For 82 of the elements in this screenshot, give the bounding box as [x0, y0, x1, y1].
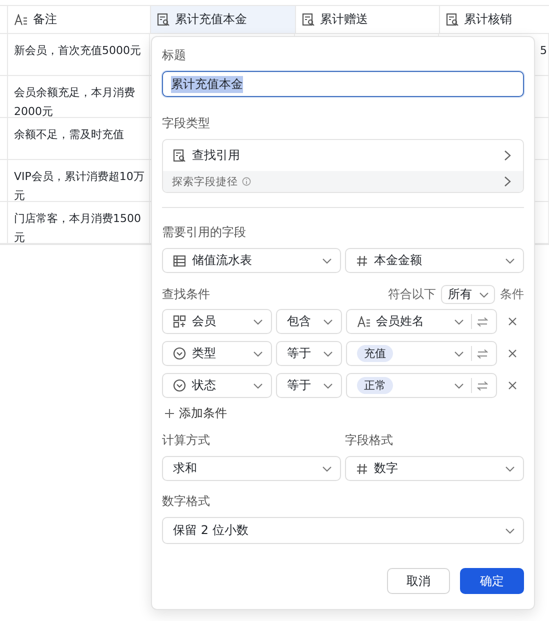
- table-cell: 新会员，首次充值5000元: [14, 44, 141, 57]
- table-cell: 5: [540, 44, 547, 57]
- field-label: 查找条件: [162, 286, 210, 303]
- remove-button[interactable]: [508, 381, 517, 390]
- close-icon: [508, 349, 517, 358]
- chevron-down-icon: [253, 382, 263, 388]
- option-circle-icon: [173, 347, 186, 360]
- condition-field-dropdown[interactable]: 类型: [162, 341, 272, 366]
- chevron-down-icon: [505, 466, 515, 472]
- info-icon: [242, 177, 251, 186]
- cancel-button[interactable]: 取消: [387, 568, 450, 594]
- option-circle-icon: [173, 379, 186, 392]
- chevron-down-icon: [322, 258, 332, 264]
- condition-field-dropdown[interactable]: 会员: [162, 309, 272, 334]
- text-type-icon: [357, 316, 371, 328]
- field-label: 字段格式: [345, 432, 394, 449]
- option-tag: 正常: [357, 377, 393, 394]
- column-header[interactable]: 累计核销: [439, 6, 549, 33]
- chevron-down-icon: [253, 318, 263, 324]
- confirm-button[interactable]: 确定: [460, 568, 524, 594]
- swap-icon: [477, 316, 488, 326]
- chevron-down-icon: [454, 350, 464, 356]
- chevron-down-icon: [323, 350, 333, 356]
- chevron-down-icon: [454, 318, 464, 324]
- swap-icon: [477, 348, 488, 358]
- plus-icon: [165, 409, 174, 418]
- lookup-icon: [302, 13, 315, 26]
- close-icon: [508, 317, 517, 326]
- table-dropdown[interactable]: 储值流水表: [162, 248, 341, 273]
- table-cell: 门店常客，本月消费1500元: [14, 212, 141, 243]
- chevron-down-icon: [322, 466, 332, 472]
- field-type-selector[interactable]: 查找引用: [163, 140, 523, 171]
- match-mode-dropdown[interactable]: 所有: [441, 285, 495, 304]
- explore-shortcut-row[interactable]: 探索字段捷径: [163, 171, 523, 192]
- swap-icon: [477, 380, 488, 390]
- field-dropdown[interactable]: 本金金额: [345, 248, 524, 273]
- selected-text: 累计充值本金: [171, 76, 243, 92]
- operator-dropdown[interactable]: 等于: [276, 341, 342, 366]
- operator-dropdown[interactable]: 包含: [276, 309, 342, 334]
- match-text: 符合以下: [388, 286, 436, 303]
- field-label: 字段类型: [162, 115, 211, 132]
- chevron-right-icon: [504, 150, 511, 161]
- chevron-down-icon: [253, 350, 263, 356]
- condition-value-dropdown[interactable]: 会员姓名: [346, 309, 497, 334]
- chevron-down-icon: [479, 292, 489, 298]
- lookup-icon: [173, 149, 186, 162]
- title-input[interactable]: 累计充值本金: [162, 71, 524, 97]
- column-header[interactable]: 累计赠送: [295, 6, 439, 33]
- close-icon: [508, 381, 517, 390]
- hash-icon: [356, 462, 368, 474]
- table-icon: [173, 254, 186, 266]
- chevron-right-icon: [504, 176, 511, 187]
- add-condition-button[interactable]: 添加条件: [162, 405, 227, 422]
- field-label: 标题: [162, 47, 187, 64]
- chevron-down-icon: [505, 258, 515, 264]
- option-tag: 充值: [357, 345, 393, 362]
- field-label: 数字格式: [162, 493, 211, 510]
- field-label: 需要引用的字段: [162, 224, 247, 241]
- remove-button[interactable]: [508, 349, 517, 358]
- calculation-dropdown[interactable]: 求和: [162, 456, 341, 481]
- table-cell: 余额不足，需及时充值: [14, 128, 124, 141]
- text-type-icon: [14, 14, 28, 26]
- field-label: 计算方式: [162, 432, 211, 449]
- condition-field-dropdown[interactable]: 状态: [162, 373, 272, 398]
- remove-button[interactable]: [508, 317, 517, 326]
- number-format-dropdown[interactable]: 保留 2 位小数: [162, 517, 524, 544]
- lookup-icon: [446, 13, 459, 26]
- format-dropdown[interactable]: 数字: [345, 456, 524, 481]
- hash-icon: [356, 254, 368, 266]
- column-header[interactable]: 累计充值本金: [150, 6, 295, 33]
- chevron-down-icon: [454, 382, 464, 388]
- condition-value-dropdown[interactable]: 正常: [346, 373, 497, 398]
- chevron-down-icon: [323, 318, 333, 324]
- chevron-down-icon: [505, 528, 515, 534]
- lookup-icon: [157, 13, 170, 26]
- operator-dropdown[interactable]: 等于: [276, 373, 342, 398]
- table-cell: VIP会员，累计消费超10万元: [14, 170, 144, 201]
- chevron-down-icon: [323, 382, 333, 388]
- link-field-icon: [173, 315, 186, 328]
- table-cell: 会员余额充足，本月消费2000元: [14, 86, 135, 117]
- condition-value-dropdown[interactable]: 充值: [346, 341, 497, 366]
- match-text: 条件: [500, 286, 524, 303]
